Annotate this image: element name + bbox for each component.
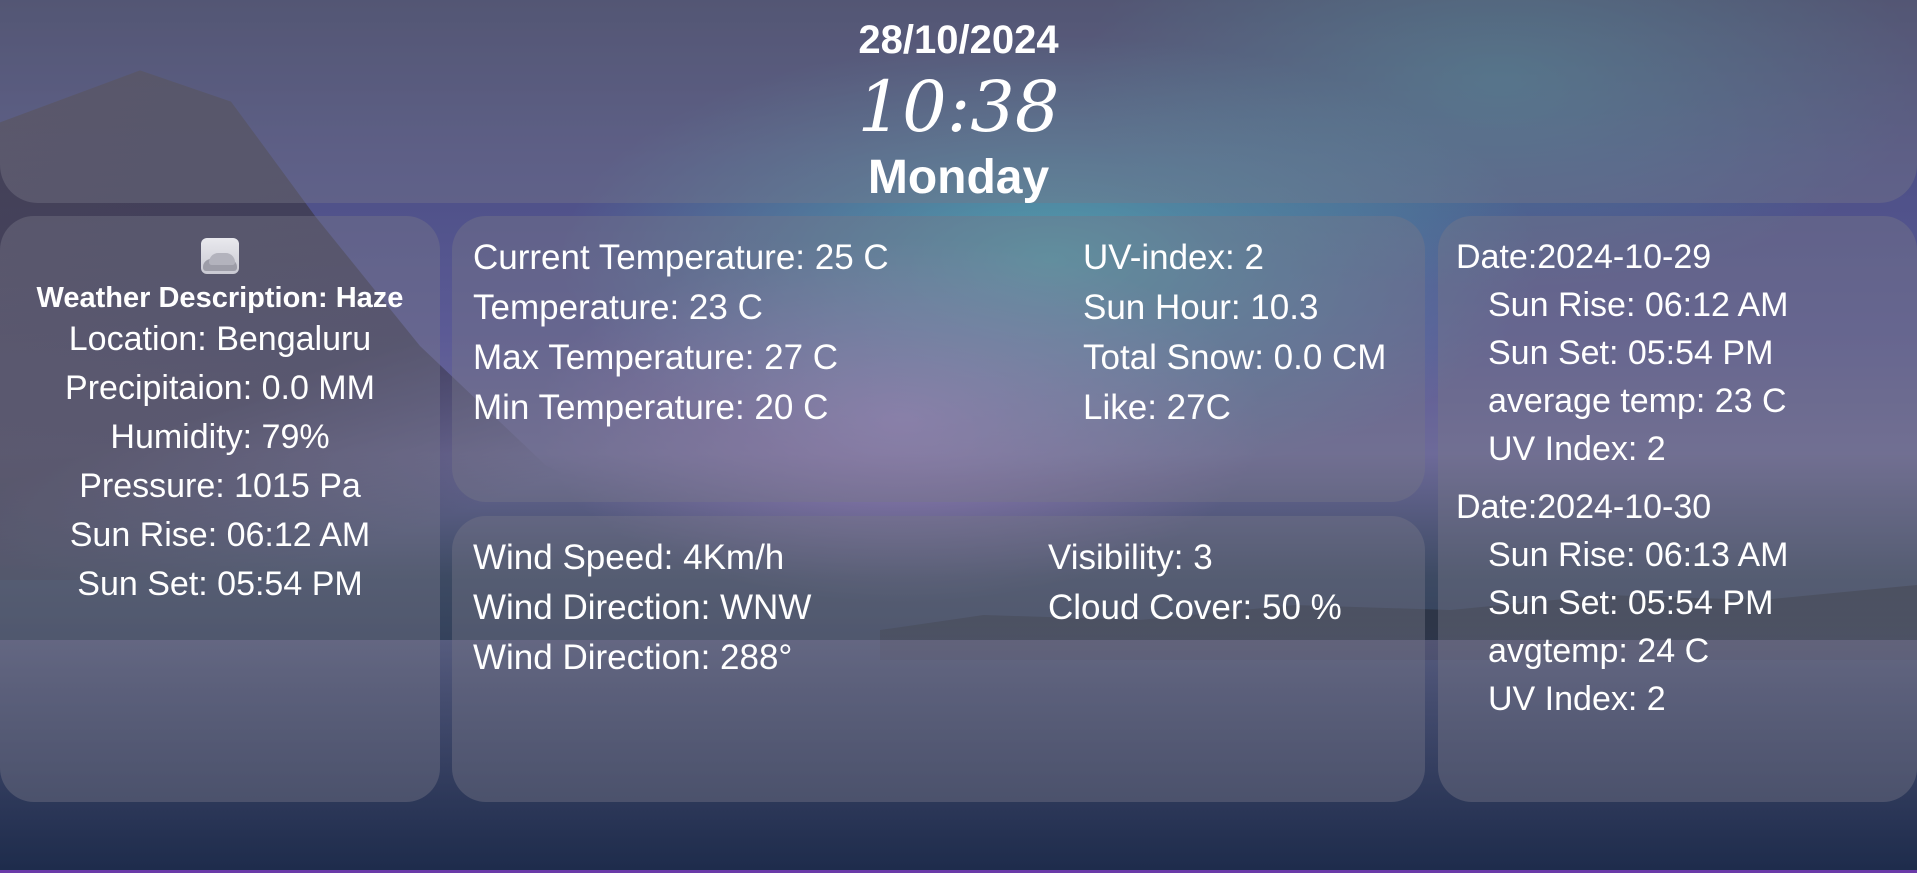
uv-index: UV-index: 2 <box>1083 238 1264 277</box>
sunrise-value: Sun Rise: 06:12 AM <box>69 516 371 554</box>
forecast-sunset: Sun Set: 05:54 PM <box>1488 584 1774 622</box>
wind-speed: Wind Speed: 4Km/h <box>473 538 785 577</box>
weather-description: Weather Description: Haze <box>36 282 404 314</box>
humidity-value: Humidity: 79% <box>110 418 330 456</box>
location-value: Location: Bengaluru <box>68 320 372 358</box>
forecast-sunset: Sun Set: 05:54 PM <box>1488 334 1774 372</box>
wind-direction: Wind Direction: WNW <box>473 588 812 627</box>
visibility: Visibility: 3 <box>1048 538 1213 577</box>
sun-hour: Sun Hour: 10.3 <box>1083 288 1319 327</box>
forecast-uv-index: UV Index: 2 <box>1488 430 1666 468</box>
forecast-avg-temp: average temp: 23 C <box>1488 382 1787 420</box>
temperature-card: Current Temperature: 25 C Temperature: 2… <box>452 216 1425 502</box>
forecast-sunrise: Sun Rise: 06:13 AM <box>1488 536 1789 574</box>
cloud-cover: Cloud Cover: 50 % <box>1048 588 1342 627</box>
wind-degree: Wind Direction: 288° <box>473 638 793 677</box>
forecast-date: Date:2024-10-29 <box>1456 238 1712 276</box>
forecast-uv-index: UV Index: 2 <box>1488 680 1666 718</box>
forecast-date: Date:2024-10-30 <box>1456 488 1712 526</box>
forecast-avg-temp: avgtemp: 24 C <box>1488 632 1710 670</box>
forecast-card: Date:2024-10-29 Sun Rise: 06:12 AM Sun S… <box>1438 216 1917 802</box>
wind-card: Wind Speed: 4Km/h Wind Direction: WNW Wi… <box>452 516 1425 802</box>
current-temperature: Current Temperature: 25 C <box>473 238 889 277</box>
current-time: 10:38 <box>857 66 1060 148</box>
temperature-value: Temperature: 23 C <box>473 288 763 327</box>
max-temperature: Max Temperature: 27 C <box>473 338 839 377</box>
current-conditions-card: Weather Description: Haze Location: Beng… <box>0 216 440 802</box>
min-temperature: Min Temperature: 20 C <box>473 388 829 427</box>
precipitation-value: Precipitaion: 0.0 MM <box>65 369 375 407</box>
forecast-sunrise: Sun Rise: 06:12 AM <box>1488 286 1789 324</box>
date-time-header: 28/10/2024 10:38 Monday <box>0 0 1917 204</box>
sunset-value: Sun Set: 05:54 PM <box>77 565 363 603</box>
current-day: Monday <box>867 151 1050 204</box>
haze-icon <box>201 238 239 274</box>
pressure-value: Pressure: 1015 Pa <box>79 467 361 505</box>
total-snow: Total Snow: 0.0 CM <box>1083 338 1387 377</box>
current-date: 28/10/2024 <box>858 18 1059 62</box>
feels-like: Like: 27C <box>1083 388 1231 427</box>
